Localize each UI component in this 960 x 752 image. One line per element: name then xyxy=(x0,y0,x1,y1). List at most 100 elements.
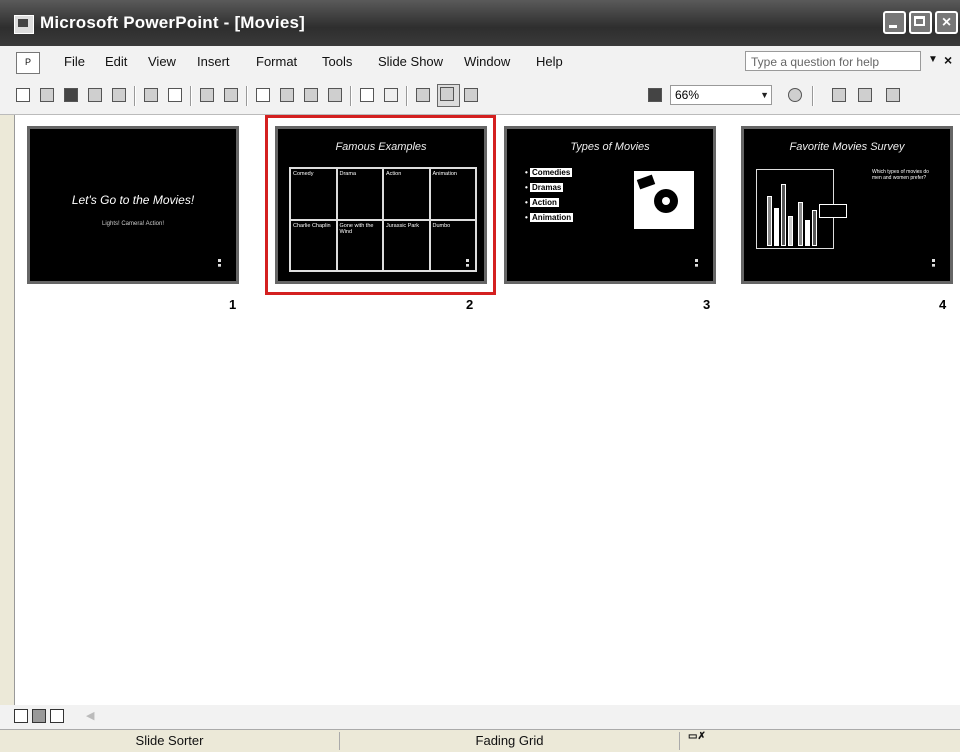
show-formatting-icon[interactable] xyxy=(462,86,481,105)
slide-number: 2 xyxy=(466,297,474,312)
chart-bar xyxy=(812,210,817,246)
help-icon[interactable] xyxy=(786,86,805,105)
slide-number: 4 xyxy=(939,297,947,312)
menu-file[interactable]: File xyxy=(64,54,85,69)
maximize-button[interactable] xyxy=(909,11,932,34)
chart-bar xyxy=(774,208,779,246)
new-slide-icon[interactable] xyxy=(856,86,875,105)
slide-title: Famous Examples xyxy=(335,141,427,153)
menu-help[interactable]: Help xyxy=(536,54,563,69)
toolbar-options-icon[interactable] xyxy=(884,86,903,105)
chart-bar xyxy=(798,202,803,246)
slide-sorter-pane: Let's Go to the Movies! Lights! Camera! … xyxy=(14,115,960,705)
menu-format[interactable]: Format xyxy=(256,54,297,69)
bullet-item: Dramas xyxy=(525,180,573,195)
slide-footer-mark xyxy=(218,259,224,267)
expand-icon[interactable] xyxy=(414,86,433,105)
slide-number: 1 xyxy=(229,297,237,312)
slide-note: Which types of movies do men and women p… xyxy=(872,169,929,181)
chart-bar xyxy=(767,196,772,246)
zoom-value: 66% xyxy=(675,88,700,102)
chart-bar xyxy=(788,216,793,246)
close-button[interactable]: × xyxy=(935,11,958,34)
toolbar-separator xyxy=(350,86,352,106)
slide-design-icon[interactable] xyxy=(830,86,849,105)
title-bar: Microsoft PowerPoint - [Movies] × xyxy=(0,0,960,46)
slide-number: 3 xyxy=(703,297,711,312)
powerpoint-window: Microsoft PowerPoint - [Movies] × P File… xyxy=(0,0,960,752)
open-icon[interactable] xyxy=(38,86,57,105)
document-menu-icon[interactable]: P xyxy=(16,52,40,74)
redo-icon[interactable] xyxy=(382,86,401,105)
status-view: Slide Sorter xyxy=(0,732,340,750)
horizontal-scrollbar[interactable]: ◀ xyxy=(86,709,956,723)
slide-subtitle: Lights! Camera! Action! xyxy=(101,221,165,227)
menu-tools[interactable]: Tools xyxy=(322,54,352,69)
table-cell: Comedy xyxy=(290,168,337,220)
table-cell: Animation xyxy=(429,168,476,220)
standard-toolbar: 66% ▼ xyxy=(0,78,960,115)
new-icon[interactable] xyxy=(14,86,33,105)
movie-camera-icon xyxy=(634,171,694,229)
permission-icon[interactable] xyxy=(86,86,105,105)
toolbar-separator xyxy=(246,86,248,106)
slide-footer-mark xyxy=(695,259,701,267)
scroll-left-icon[interactable]: ◀ xyxy=(86,709,94,722)
copy-icon[interactable] xyxy=(278,86,297,105)
status-bar: Slide Sorter Fading Grid ▭✗ xyxy=(0,729,960,752)
save-icon[interactable] xyxy=(62,86,81,105)
bullet-item: Action xyxy=(525,195,573,210)
slide-title: Favorite Movies Survey xyxy=(789,141,905,153)
menu-edit[interactable]: Edit xyxy=(105,54,127,69)
print-icon[interactable] xyxy=(142,86,161,105)
chevron-down-icon[interactable]: ▼ xyxy=(760,86,769,105)
zoom-select[interactable]: 66% ▼ xyxy=(670,85,772,105)
undo-icon[interactable] xyxy=(358,86,377,105)
chart-bar xyxy=(781,184,786,246)
slide-sorter-view-icon[interactable] xyxy=(32,709,46,723)
toolbar-separator xyxy=(134,86,136,106)
powerpoint-icon[interactable] xyxy=(14,15,34,34)
table-cell: Jurassic Park xyxy=(383,219,430,271)
slide-footer-mark xyxy=(466,259,472,267)
cut-icon[interactable] xyxy=(254,86,273,105)
table-cell: Gone with the Wind xyxy=(336,219,383,271)
chart-legend xyxy=(819,204,847,218)
print-preview-icon[interactable] xyxy=(166,86,185,105)
menu-view[interactable]: View xyxy=(148,54,176,69)
slide-title: Let's Go to the Movies! xyxy=(71,193,195,207)
chart-bar xyxy=(805,220,810,246)
slide-show-icon[interactable] xyxy=(50,709,64,723)
color-icon[interactable] xyxy=(646,86,665,105)
menu-bar: P File Edit View Insert Format Tools Sli… xyxy=(0,46,960,79)
slide-bullet-list: Comedies Dramas Action Animation xyxy=(525,165,574,225)
toolbar-separator xyxy=(190,86,192,106)
menu-insert[interactable]: Insert xyxy=(197,54,230,69)
close-document-icon[interactable]: × xyxy=(944,52,952,68)
slide-thumbnail-4[interactable]: Favorite Movies Survey Which types of mo… xyxy=(741,126,953,284)
format-painter-icon[interactable] xyxy=(326,86,345,105)
slide-title: Types of Movies xyxy=(570,141,650,153)
slide-thumbnail-3[interactable]: Types of Movies Comedies Dramas Action A… xyxy=(504,126,716,284)
grayscale-icon[interactable] xyxy=(437,84,460,107)
bullet-item: Comedies xyxy=(525,165,573,180)
menu-window[interactable]: Window xyxy=(464,54,510,69)
bullet-item: Animation xyxy=(525,210,574,225)
ask-dropdown-icon[interactable]: ▼ xyxy=(928,54,938,65)
research-icon[interactable] xyxy=(222,86,241,105)
email-icon[interactable] xyxy=(110,86,129,105)
slide-thumbnail-1[interactable]: Let's Go to the Movies! Lights! Camera! … xyxy=(27,126,239,284)
paste-icon[interactable] xyxy=(302,86,321,105)
slide-table: Comedy Drama Action Animation Charlie Ch… xyxy=(289,167,477,272)
slide-thumbnail-2[interactable]: Famous Examples Comedy Drama Action Anim… xyxy=(275,126,487,284)
slide-chart xyxy=(756,169,847,249)
ask-question-input[interactable]: Type a question for help xyxy=(745,51,921,71)
toolbar-separator xyxy=(812,86,814,106)
menu-slide-show[interactable]: Slide Show xyxy=(378,54,443,69)
view-buttons-bar: ◀ xyxy=(0,705,960,729)
spelling-status-icon[interactable]: ▭✗ xyxy=(688,731,706,747)
spelling-icon[interactable] xyxy=(198,86,217,105)
normal-view-icon[interactable] xyxy=(14,709,28,723)
minimize-button[interactable] xyxy=(883,11,906,34)
table-cell: Action xyxy=(383,168,430,220)
